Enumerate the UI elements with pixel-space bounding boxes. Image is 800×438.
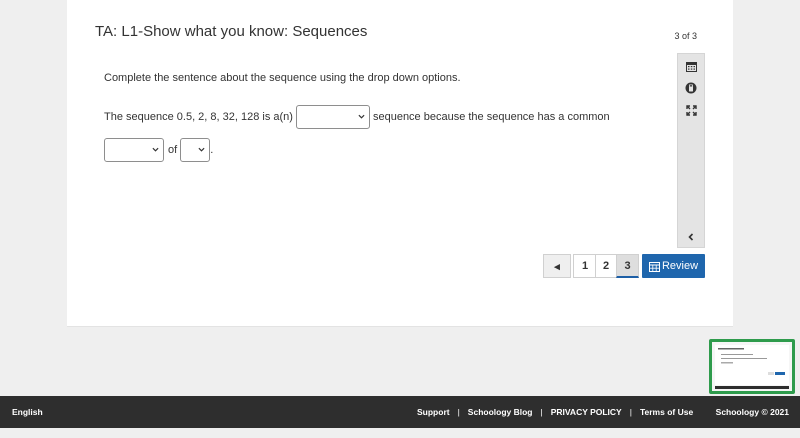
previous-page-button[interactable]: ◂: [543, 254, 571, 278]
chevron-down-icon: [358, 114, 365, 119]
site-footer: English Support | Schoology Blog | PRIVA…: [0, 396, 800, 428]
tool-rail: [677, 53, 705, 248]
chevron-down-icon: [198, 147, 205, 152]
sentence-part-2: sequence because the sequence has a comm…: [372, 111, 610, 123]
sentence-part-3: of: [168, 144, 178, 156]
chevron-down-icon: [152, 147, 159, 152]
review-button[interactable]: Review: [642, 254, 705, 278]
collapse-chevron-icon[interactable]: [684, 230, 698, 244]
expand-icon[interactable]: [684, 103, 698, 117]
thumbnail-preview: [712, 342, 792, 391]
calendar-icon: [648, 261, 660, 272]
pagination: ◂ 1 2 3 Review: [67, 254, 733, 278]
calendar-icon[interactable]: [684, 59, 698, 73]
footer-links: Support | Schoology Blog | PRIVACY POLIC…: [417, 407, 693, 417]
review-label: Review: [661, 260, 699, 272]
page-button-1[interactable]: 1: [573, 254, 596, 278]
schoology-blog-link[interactable]: Schoology Blog: [468, 407, 533, 417]
page-thumbnail[interactable]: [709, 339, 795, 394]
assessment-card: TA: L1-Show what you know: Sequences 3 o…: [67, 0, 733, 327]
common-value-dropdown[interactable]: [180, 138, 211, 162]
support-link[interactable]: Support: [417, 407, 450, 417]
sequence-type-dropdown[interactable]: [295, 105, 370, 129]
calculator-icon[interactable]: [684, 81, 698, 95]
privacy-policy-link[interactable]: PRIVACY POLICY: [551, 407, 622, 417]
question-prompt: Complete the sentence about the sequence…: [104, 72, 461, 84]
sentence-line-1: The sequence 0.5, 2, 8, 32, 128 is a(n) …: [104, 105, 610, 129]
terms-of-use-link[interactable]: Terms of Use: [640, 407, 693, 417]
common-term-dropdown[interactable]: [104, 138, 164, 162]
page-button-3-current[interactable]: 3: [616, 254, 639, 278]
sentence-end: .: [210, 144, 214, 156]
language-link[interactable]: English: [12, 407, 43, 417]
page-button-2[interactable]: 2: [595, 254, 617, 278]
sentence-line-2: of .: [104, 138, 213, 162]
copyright: Schoology © 2021: [715, 407, 789, 417]
question-counter: 3 of 3: [674, 31, 697, 41]
footer-separator: |: [629, 407, 632, 417]
footer-separator: |: [540, 407, 543, 417]
sentence-part-1: The sequence 0.5, 2, 8, 32, 128 is a(n): [104, 111, 293, 123]
page-title: TA: L1-Show what you know: Sequences: [95, 23, 368, 40]
footer-separator: |: [457, 407, 460, 417]
